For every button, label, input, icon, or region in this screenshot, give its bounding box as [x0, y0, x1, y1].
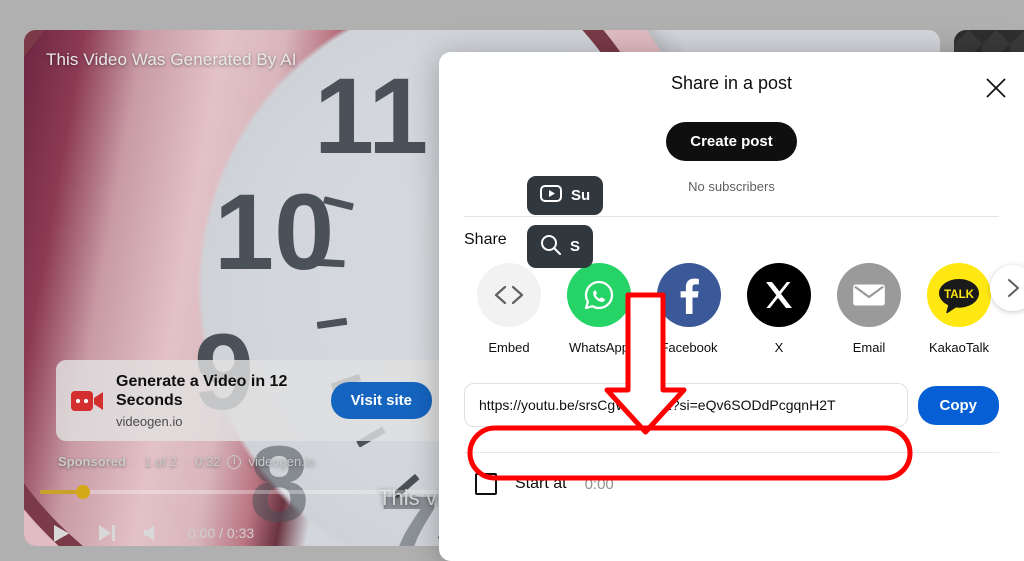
ad-domain: videogen.io — [116, 414, 183, 430]
close-icon[interactable] — [976, 68, 1016, 108]
code-brackets-icon — [477, 263, 541, 327]
ad-title: Generate a Video in 12 Seconds — [116, 373, 288, 410]
share-target-label: Email — [852, 340, 886, 355]
sponsor-separator-1: · — [132, 454, 138, 469]
share-url-row: https://youtu.be/srsCgWunG5E?si=eQv6SODd… — [464, 383, 999, 427]
time-display: 0:00 / 0:33 — [188, 525, 255, 541]
tooltip-search-label: S — [570, 238, 581, 255]
share-dialog: Share in a post Create post No subscribe… — [439, 52, 1024, 561]
copy-button[interactable]: Copy — [917, 385, 999, 425]
start-at-row: Start at 0:00 — [475, 473, 1024, 495]
advertiser-name[interactable]: videogen.io — [248, 454, 315, 469]
play-icon[interactable] — [38, 510, 84, 546]
ad-count: 1 of 2 — [144, 454, 177, 469]
create-post-button[interactable]: Create post — [666, 122, 797, 161]
facebook-icon — [657, 263, 721, 327]
sponsor-separator-2: · — [183, 454, 189, 469]
start-at-label: Start at — [515, 475, 567, 492]
screen-root: 11 10 9 8 7 This Video Was Generated By … — [0, 0, 1024, 561]
tooltip-search: S — [527, 225, 594, 268]
sponsored-label: Sponsored — [58, 454, 126, 469]
share-target-label: Embed — [488, 340, 530, 355]
kakaotalk-icon: TALK — [927, 263, 991, 327]
clock-numeral-11: 11 — [314, 55, 429, 176]
share-target-label: Facebook — [660, 340, 718, 355]
next-track-icon[interactable] — [84, 510, 130, 546]
divider-bottom — [464, 452, 999, 453]
share-target-email[interactable]: Email — [824, 263, 914, 355]
search-icon — [540, 234, 561, 259]
ad-text-block: Generate a Video in 12 Seconds videogen.… — [116, 372, 319, 429]
envelope-icon — [837, 263, 901, 327]
share-target-whatsapp[interactable]: WhatsApp — [554, 263, 644, 355]
share-target-label: WhatsApp — [569, 340, 629, 355]
volume-icon[interactable] — [130, 510, 176, 546]
share-target-label: X — [774, 340, 784, 355]
sponsored-info-row: Sponsored · 1 of 2 · 0:32 i videogen.io — [58, 454, 315, 469]
tooltip-subscriptions: Su — [527, 176, 604, 215]
whatsapp-icon — [567, 263, 631, 327]
ad-overlay-card[interactable]: Generate a Video in 12 Seconds videogen.… — [56, 360, 446, 442]
dialog-header: Share in a post — [439, 52, 1024, 114]
info-icon[interactable]: i — [227, 454, 242, 469]
share-target-embed[interactable]: Embed — [464, 263, 554, 355]
svg-text:TALK: TALK — [944, 289, 975, 301]
progress-handle[interactable] — [76, 485, 90, 499]
visit-site-button[interactable]: Visit site — [330, 382, 432, 420]
dialog-title: Share in a post — [670, 72, 793, 93]
video-camera-icon — [70, 384, 104, 418]
youtube-subscriptions-icon — [540, 185, 562, 206]
share-url-input[interactable]: https://youtu.be/srsCgWunG5E?si=eQv6SODd… — [464, 383, 908, 427]
share-target-facebook[interactable]: Facebook — [644, 263, 734, 355]
divider-top — [464, 216, 999, 217]
clock-numeral-10: 10 — [214, 171, 335, 292]
share-targets-row: Embed WhatsApp Facebook X Email TALK Kak… — [439, 249, 1024, 355]
checkbox-unchecked-icon[interactable] — [475, 473, 497, 495]
x-twitter-icon — [747, 263, 811, 327]
ad-duration: 0:32 — [195, 454, 221, 469]
share-target-label: KakaoTalk — [929, 340, 989, 355]
share-target-x[interactable]: X — [734, 263, 824, 355]
share-target-kakaotalk[interactable]: TALK KakaoTalk — [914, 263, 1004, 355]
start-at-time: 0:00 — [584, 475, 614, 493]
tooltip-subscriptions-label: Su — [571, 187, 591, 204]
